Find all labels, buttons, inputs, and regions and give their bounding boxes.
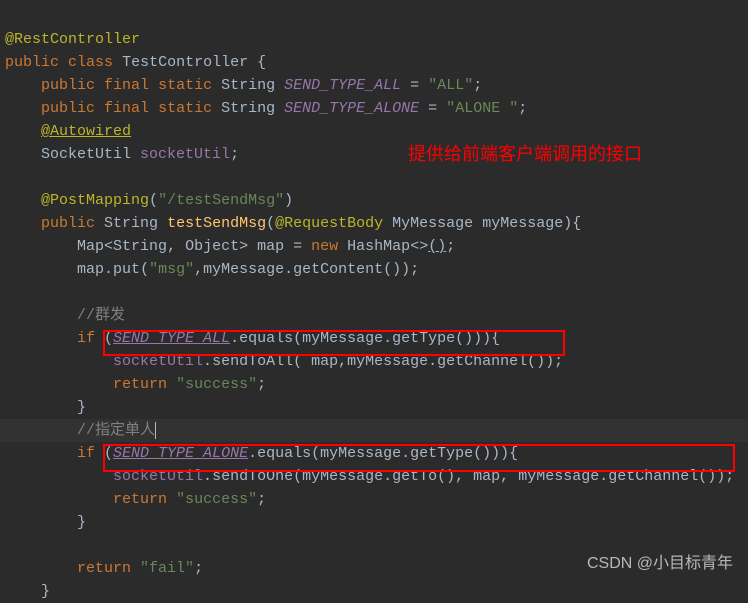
- code-line: if (SEND_TYPE_ALL.equals(myMessage.getTy…: [0, 327, 748, 350]
- type: HashMap: [347, 238, 410, 255]
- keyword: if: [77, 445, 95, 462]
- code-line: return "success";: [0, 373, 748, 396]
- watermark-text: CSDN @小目标青年: [587, 552, 733, 575]
- param: myMessage: [302, 330, 383, 347]
- type: String: [104, 215, 158, 232]
- method: getContent: [293, 261, 383, 278]
- code-line: socketUtil.sendToOne(myMessage.getTo(), …: [0, 465, 748, 488]
- type: MyMessage: [392, 215, 473, 232]
- keyword: class: [68, 54, 113, 71]
- keyword: return: [113, 491, 167, 508]
- string: "msg": [149, 261, 194, 278]
- method: getType: [392, 330, 455, 347]
- var: map: [311, 353, 338, 370]
- field: SEND_TYPE_ALONE: [284, 100, 419, 117]
- param: myMessage: [347, 353, 428, 370]
- keyword: final: [104, 100, 149, 117]
- param: myMessage: [203, 261, 284, 278]
- var: map: [77, 261, 104, 278]
- string: "/testSendMsg": [158, 192, 284, 209]
- keyword: public: [41, 215, 95, 232]
- annotation-autowired: @Autowired: [41, 123, 131, 140]
- keyword: public: [5, 54, 59, 71]
- annotation-requestbody: @RequestBody: [275, 215, 383, 232]
- method: equals: [257, 445, 311, 462]
- method: testSendMsg: [167, 215, 266, 232]
- cursor-icon: [155, 422, 156, 439]
- string: "success": [176, 491, 257, 508]
- type: String: [221, 77, 275, 94]
- code-line: @Autowired: [0, 120, 748, 143]
- code-line: public final static String SEND_TYPE_ALL…: [0, 74, 748, 97]
- method: put: [113, 261, 140, 278]
- code-line: public final static String SEND_TYPE_ALO…: [0, 97, 748, 120]
- field: socketUtil: [113, 468, 203, 485]
- field: SEND_TYPE_ALONE: [113, 445, 248, 462]
- code-line: }: [0, 580, 748, 603]
- type: Object: [185, 238, 239, 255]
- code-line: [0, 166, 748, 189]
- param: myMessage: [302, 468, 383, 485]
- blank: [5, 8, 23, 25]
- code-line: @RestController: [0, 28, 748, 51]
- code-line: [0, 281, 748, 304]
- string: "success": [176, 376, 257, 393]
- type: String: [221, 100, 275, 117]
- param: myMessage: [518, 468, 599, 485]
- code-line: return "success";: [0, 488, 748, 511]
- keyword: new: [311, 238, 338, 255]
- method: sendToOne: [212, 468, 293, 485]
- string: "ALONE ": [446, 100, 518, 117]
- field: socketUtil: [140, 146, 230, 163]
- keyword: static: [158, 100, 212, 117]
- code-line: public String testSendMsg(@RequestBody M…: [0, 212, 748, 235]
- var: map: [257, 238, 284, 255]
- code-line: [0, 5, 748, 28]
- method: getChannel: [608, 468, 698, 485]
- keyword: final: [104, 77, 149, 94]
- annotation-postmapping: @PostMapping: [41, 192, 149, 209]
- keyword: public: [41, 100, 95, 117]
- keyword: static: [158, 77, 212, 94]
- param: myMessage: [320, 445, 401, 462]
- annotation-overlay-text: 提供给前端客户端调用的接口: [408, 143, 642, 166]
- code-line: }: [0, 511, 748, 534]
- code-line: if (SEND_TYPE_ALONE.equals(myMessage.get…: [0, 442, 748, 465]
- method: getChannel: [437, 353, 527, 370]
- method: equals: [239, 330, 293, 347]
- method: getType: [410, 445, 473, 462]
- code-line: }: [0, 396, 748, 419]
- field: SEND_TYPE_ALL: [113, 330, 230, 347]
- field: socketUtil: [113, 353, 203, 370]
- type: String: [113, 238, 167, 255]
- annotation-restcontroller: @RestController: [5, 31, 140, 48]
- code-line-selected: //指定单人: [0, 419, 748, 442]
- type: Map: [77, 238, 104, 255]
- code-line: public class TestController {: [0, 51, 748, 74]
- type: SocketUtil: [41, 146, 131, 163]
- classname: TestController: [122, 54, 248, 71]
- param: myMessage: [482, 215, 563, 232]
- comment: //群发: [77, 307, 125, 324]
- keyword: public: [41, 77, 95, 94]
- var: map: [473, 468, 500, 485]
- field: SEND_TYPE_ALL: [284, 77, 401, 94]
- keyword: return: [113, 376, 167, 393]
- code-line: socketUtil.sendToAll( map,myMessage.getC…: [0, 350, 748, 373]
- code-line: Map<String, Object> map = new HashMap<>(…: [0, 235, 748, 258]
- method: sendToAll: [212, 353, 293, 370]
- keyword: return: [77, 560, 131, 577]
- keyword: if: [77, 330, 95, 347]
- code-line: @PostMapping("/testSendMsg"): [0, 189, 748, 212]
- method: getTo: [392, 468, 437, 485]
- code-line: //群发: [0, 304, 748, 327]
- code-line: map.put("msg",myMessage.getContent());: [0, 258, 748, 281]
- string: "ALL": [428, 77, 473, 94]
- string: "fail": [140, 560, 194, 577]
- comment: //指定单人: [77, 422, 155, 439]
